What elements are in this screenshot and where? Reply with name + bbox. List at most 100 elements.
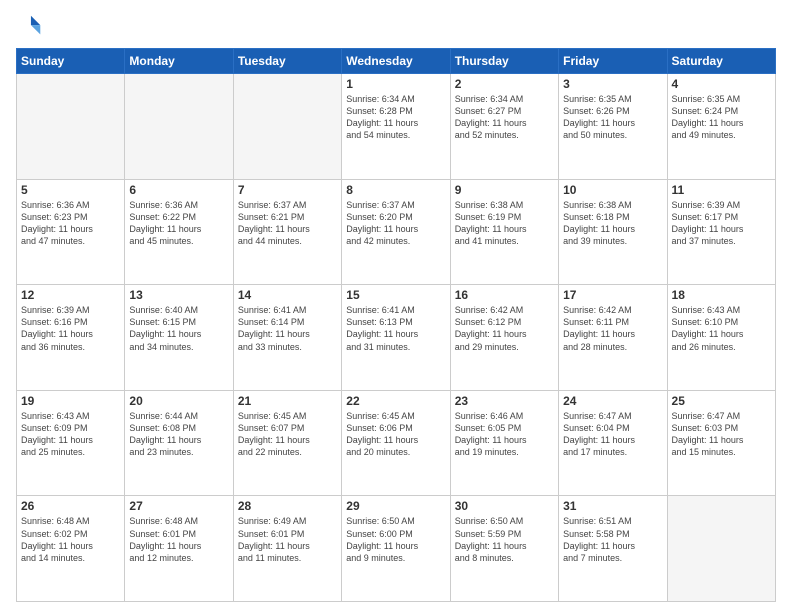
day-number: 14	[238, 288, 337, 302]
day-number: 22	[346, 394, 445, 408]
calendar-cell: 1 Sunrise: 6:34 AM Sunset: 6:28 PM Daylig…	[342, 74, 450, 180]
day-info: Sunrise: 6:46 AM Sunset: 6:05 PM Dayligh…	[455, 410, 554, 459]
calendar-header: SundayMondayTuesdayWednesdayThursdayFrid…	[17, 49, 776, 74]
logo-icon	[16, 12, 44, 40]
calendar-cell: 9 Sunrise: 6:38 AM Sunset: 6:19 PM Daylig…	[450, 179, 558, 285]
calendar-cell: 28Sunrise: 6:49 AM Sunset: 6:01 PM Dayli…	[233, 496, 341, 602]
day-info: Sunrise: 6:43 AM Sunset: 6:09 PM Dayligh…	[21, 410, 120, 459]
calendar-cell: 16 Sunrise: 6:42 AM Sunset: 6:12 PM Dayli…	[450, 285, 558, 391]
header-day-thursday: Thursday	[450, 49, 558, 74]
day-number: 20	[129, 394, 228, 408]
day-info: Sunrise: 6:37 AM Sunset: 6:20 PM Dayligh…	[346, 199, 445, 248]
day-info: Sunrise: 6:34 AM Sunset: 6:28 PM Dayligh…	[346, 93, 445, 142]
day-info: Sunrise: 6:37 AM Sunset: 6:21 PM Dayligh…	[238, 199, 337, 248]
day-info: Sunrise: 6:50 AM Sunset: 5:59 PM Dayligh…	[455, 515, 554, 564]
day-number: 1	[346, 77, 445, 91]
day-number: 24	[563, 394, 662, 408]
day-number: 4	[672, 77, 771, 91]
day-number: 3	[563, 77, 662, 91]
day-number: 19	[21, 394, 120, 408]
day-number: 23	[455, 394, 554, 408]
calendar-cell: 11 Sunrise: 6:39 AM Sunset: 6:17 PM Dayli…	[667, 179, 775, 285]
day-info: Sunrise: 6:42 AM Sunset: 6:11 PM Dayligh…	[563, 304, 662, 353]
day-number: 25	[672, 394, 771, 408]
header-day-sunday: Sunday	[17, 49, 125, 74]
calendar-body: 1 Sunrise: 6:34 AM Sunset: 6:28 PM Daylig…	[17, 74, 776, 602]
day-info: Sunrise: 6:39 AM Sunset: 6:17 PM Dayligh…	[672, 199, 771, 248]
calendar-week-4: 26 Sunrise: 6:48 AM Sunset: 6:02 PM Dayli…	[17, 496, 776, 602]
day-number: 30	[455, 499, 554, 513]
day-number: 9	[455, 183, 554, 197]
calendar-cell: 30 Sunrise: 6:50 AM Sunset: 5:59 PM Dayli…	[450, 496, 558, 602]
day-number: 11	[672, 183, 771, 197]
header-day-monday: Monday	[125, 49, 233, 74]
day-number: 7	[238, 183, 337, 197]
day-number: 5	[21, 183, 120, 197]
calendar-cell: 3 Sunrise: 6:35 AM Sunset: 6:26 PM Daylig…	[559, 74, 667, 180]
calendar-cell: 12Sunrise: 6:39 AM Sunset: 6:16 PM Dayli…	[17, 285, 125, 391]
calendar-cell: 22Sunrise: 6:45 AM Sunset: 6:06 PM Dayli…	[342, 390, 450, 496]
day-info: Sunrise: 6:38 AM Sunset: 6:18 PM Dayligh…	[563, 199, 662, 248]
calendar-week-1: 5 Sunrise: 6:36 AM Sunset: 6:23 PM Daylig…	[17, 179, 776, 285]
logo	[16, 12, 48, 40]
calendar-cell: 17Sunrise: 6:42 AM Sunset: 6:11 PM Dayli…	[559, 285, 667, 391]
calendar-cell: 29 Sunrise: 6:50 AM Sunset: 6:00 PM Dayli…	[342, 496, 450, 602]
header	[16, 12, 776, 40]
day-number: 10	[563, 183, 662, 197]
page: SundayMondayTuesdayWednesdayThursdayFrid…	[0, 0, 792, 612]
calendar-cell	[233, 74, 341, 180]
day-info: Sunrise: 6:42 AM Sunset: 6:12 PM Dayligh…	[455, 304, 554, 353]
day-info: Sunrise: 6:48 AM Sunset: 6:01 PM Dayligh…	[129, 515, 228, 564]
day-number: 15	[346, 288, 445, 302]
day-info: Sunrise: 6:50 AM Sunset: 6:00 PM Dayligh…	[346, 515, 445, 564]
calendar-cell	[125, 74, 233, 180]
day-number: 21	[238, 394, 337, 408]
calendar-cell: 31Sunrise: 6:51 AM Sunset: 5:58 PM Dayli…	[559, 496, 667, 602]
calendar-cell: 19 Sunrise: 6:43 AM Sunset: 6:09 PM Dayli…	[17, 390, 125, 496]
day-info: Sunrise: 6:43 AM Sunset: 6:10 PM Dayligh…	[672, 304, 771, 353]
day-number: 26	[21, 499, 120, 513]
calendar-week-2: 12Sunrise: 6:39 AM Sunset: 6:16 PM Dayli…	[17, 285, 776, 391]
header-day-friday: Friday	[559, 49, 667, 74]
day-number: 27	[129, 499, 228, 513]
calendar-cell: 2 Sunrise: 6:34 AM Sunset: 6:27 PM Daylig…	[450, 74, 558, 180]
day-info: Sunrise: 6:44 AM Sunset: 6:08 PM Dayligh…	[129, 410, 228, 459]
day-number: 29	[346, 499, 445, 513]
header-day-saturday: Saturday	[667, 49, 775, 74]
day-info: Sunrise: 6:48 AM Sunset: 6:02 PM Dayligh…	[21, 515, 120, 564]
day-info: Sunrise: 6:41 AM Sunset: 6:13 PM Dayligh…	[346, 304, 445, 353]
header-day-wednesday: Wednesday	[342, 49, 450, 74]
calendar-week-3: 19 Sunrise: 6:43 AM Sunset: 6:09 PM Dayli…	[17, 390, 776, 496]
day-info: Sunrise: 6:41 AM Sunset: 6:14 PM Dayligh…	[238, 304, 337, 353]
calendar-cell: 5 Sunrise: 6:36 AM Sunset: 6:23 PM Daylig…	[17, 179, 125, 285]
day-info: Sunrise: 6:34 AM Sunset: 6:27 PM Dayligh…	[455, 93, 554, 142]
calendar-cell: 14 Sunrise: 6:41 AM Sunset: 6:14 PM Dayli…	[233, 285, 341, 391]
day-number: 18	[672, 288, 771, 302]
calendar-cell: 25 Sunrise: 6:47 AM Sunset: 6:03 PM Dayli…	[667, 390, 775, 496]
day-number: 8	[346, 183, 445, 197]
calendar-cell: 23 Sunrise: 6:46 AM Sunset: 6:05 PM Dayli…	[450, 390, 558, 496]
day-info: Sunrise: 6:35 AM Sunset: 6:26 PM Dayligh…	[563, 93, 662, 142]
day-info: Sunrise: 6:47 AM Sunset: 6:03 PM Dayligh…	[672, 410, 771, 459]
calendar-cell: 10 Sunrise: 6:38 AM Sunset: 6:18 PM Dayli…	[559, 179, 667, 285]
day-number: 2	[455, 77, 554, 91]
calendar-cell: 24Sunrise: 6:47 AM Sunset: 6:04 PM Dayli…	[559, 390, 667, 496]
day-info: Sunrise: 6:38 AM Sunset: 6:19 PM Dayligh…	[455, 199, 554, 248]
calendar-cell: 4 Sunrise: 6:35 AM Sunset: 6:24 PM Daylig…	[667, 74, 775, 180]
calendar-cell: 7 Sunrise: 6:37 AM Sunset: 6:21 PM Daylig…	[233, 179, 341, 285]
calendar-cell	[17, 74, 125, 180]
day-number: 28	[238, 499, 337, 513]
day-number: 16	[455, 288, 554, 302]
day-info: Sunrise: 6:45 AM Sunset: 6:07 PM Dayligh…	[238, 410, 337, 459]
calendar-cell: 20 Sunrise: 6:44 AM Sunset: 6:08 PM Dayli…	[125, 390, 233, 496]
day-number: 12	[21, 288, 120, 302]
calendar-cell: 15 Sunrise: 6:41 AM Sunset: 6:13 PM Dayli…	[342, 285, 450, 391]
day-info: Sunrise: 6:36 AM Sunset: 6:22 PM Dayligh…	[129, 199, 228, 248]
calendar-cell: 6Sunrise: 6:36 AM Sunset: 6:22 PM Daylig…	[125, 179, 233, 285]
day-info: Sunrise: 6:40 AM Sunset: 6:15 PM Dayligh…	[129, 304, 228, 353]
day-info: Sunrise: 6:35 AM Sunset: 6:24 PM Dayligh…	[672, 93, 771, 142]
calendar-week-0: 1 Sunrise: 6:34 AM Sunset: 6:28 PM Daylig…	[17, 74, 776, 180]
day-info: Sunrise: 6:36 AM Sunset: 6:23 PM Dayligh…	[21, 199, 120, 248]
calendar-cell: 13Sunrise: 6:40 AM Sunset: 6:15 PM Dayli…	[125, 285, 233, 391]
calendar-cell: 18 Sunrise: 6:43 AM Sunset: 6:10 PM Dayli…	[667, 285, 775, 391]
